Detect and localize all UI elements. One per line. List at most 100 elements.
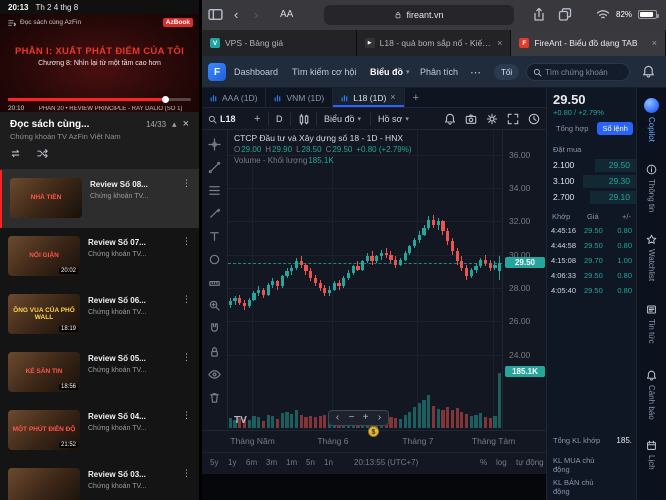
close-icon[interactable]: ×: [183, 119, 189, 130]
session-coin-icon[interactable]: $: [368, 426, 379, 437]
browser-tab-fireant[interactable]: F FireAnt - Biểu đồ dạng TAB ×: [511, 30, 666, 56]
compare-add-icon[interactable]: +: [254, 108, 260, 130]
kebab-menu-icon[interactable]: ⋮: [180, 236, 193, 247]
loop-icon[interactable]: [10, 148, 21, 159]
kebab-menu-icon[interactable]: ⋮: [180, 468, 193, 479]
kebab-menu-icon[interactable]: ⋮: [180, 410, 193, 421]
more-menu-icon[interactable]: ⋯: [470, 56, 481, 88]
range-1y[interactable]: 1y: [228, 458, 236, 467]
tool-eye-icon[interactable]: [204, 363, 226, 386]
stock-search[interactable]: [526, 63, 630, 81]
fireant-logo[interactable]: F: [208, 63, 226, 81]
tool-trendline-icon[interactable]: [204, 156, 226, 179]
kebab-menu-icon[interactable]: ⋮: [180, 178, 193, 189]
tool-fibonacci-icon[interactable]: [204, 179, 226, 202]
kebab-menu-icon[interactable]: ⋮: [180, 294, 193, 305]
list-item[interactable]: ÔNG VUA CỦA PHỐ WALL 18:19 Review Số 06.…: [0, 286, 199, 344]
tradingview-logo[interactable]: TV: [234, 415, 247, 426]
nav-charts[interactable]: Biểu đồ▾: [370, 56, 410, 88]
nav-dashboard[interactable]: Dashboard: [234, 56, 278, 88]
clock-icon[interactable]: [528, 108, 540, 130]
list-item[interactable]: KẺ SĂN TIN 18:56 Review Số 05...Chứng kh…: [0, 344, 199, 402]
list-item[interactable]: NHÀ TIỀN Review Số 08...Chứng khoán TV..…: [0, 170, 199, 228]
chart-canvas[interactable]: CTCP Đầu tư và Xây dựng số 18 - 1D - HNX…: [228, 130, 502, 430]
kebab-menu-icon[interactable]: ⋮: [180, 352, 193, 363]
progress-scrubber[interactable]: [162, 96, 169, 103]
dock-news[interactable]: Tin tức: [637, 304, 666, 344]
chart-tab-l18[interactable]: L18 (1D) ×: [333, 88, 404, 107]
tool-brush-icon[interactable]: [204, 202, 226, 225]
share-icon[interactable]: [532, 7, 546, 22]
alert-bell-icon[interactable]: [444, 108, 456, 130]
address-bar[interactable]: fireant.vn: [324, 5, 514, 25]
nav-opportunities[interactable]: Tìm kiếm cơ hội: [292, 56, 356, 88]
chart-tab-vnm[interactable]: VNM (1D): [266, 88, 333, 107]
range-3m[interactable]: 3m: [266, 458, 277, 467]
range-5d[interactable]: 5n: [306, 458, 315, 467]
clock-utc[interactable]: 20:13:55 (UTC+7): [354, 458, 418, 467]
theme-toggle[interactable]: Tối: [494, 64, 519, 80]
tool-lock-icon[interactable]: [204, 340, 226, 363]
price-axis[interactable]: 36.0034.0032.0030.0028.0026.0024.0029.50…: [502, 130, 546, 430]
forward-icon[interactable]: ›: [254, 7, 258, 22]
video-player[interactable]: Đọc sách cùng AzFin AzBook PHẦN I: XUẤT …: [0, 14, 199, 112]
interval-button[interactable]: D: [276, 108, 283, 130]
percent-scale-button[interactable]: %: [480, 458, 487, 467]
auto-scale-button[interactable]: tự động: [516, 458, 544, 467]
tool-shapes-icon[interactable]: [204, 248, 226, 271]
item-channel: Chứng khoán TV...: [88, 425, 172, 432]
dock-info[interactable]: Thông tin: [637, 164, 666, 212]
list-item[interactable]: MỘT PHÚT ĐIÊN ĐỘ 21:52 Review Số 04...Ch…: [0, 402, 199, 460]
dock-calendar[interactable]: Lịch: [637, 440, 666, 470]
search-input[interactable]: [545, 68, 623, 77]
chevron-up-icon[interactable]: ▴: [172, 120, 177, 129]
shuffle-icon[interactable]: [37, 148, 48, 159]
dock-watchlist[interactable]: Watchlist: [637, 234, 666, 281]
tab-order-book[interactable]: Sổ lệnh: [597, 122, 632, 135]
browser-tab-l18-article[interactable]: ▶ L18 - quả bom sắp nổ - Kiến th... ×: [357, 30, 512, 56]
gear-icon[interactable]: [486, 108, 498, 130]
new-chart-tab-button[interactable]: +: [405, 88, 427, 107]
tool-crosshair-icon[interactable]: [204, 133, 226, 156]
range-5y[interactable]: 5y: [210, 458, 218, 467]
time-axis[interactable]: $ Tháng NămTháng 6Tháng 7Tháng Tám: [202, 430, 546, 452]
scroll-right-icon[interactable]: ›: [373, 412, 386, 424]
back-icon[interactable]: ‹: [234, 7, 238, 22]
video-progress-bar[interactable]: [8, 98, 191, 101]
dock-copilot[interactable]: Copilot: [637, 98, 666, 142]
nav-analysis[interactable]: Phân tích: [420, 56, 458, 88]
tab-overview[interactable]: Tổng hợp: [551, 122, 593, 135]
close-icon[interactable]: ×: [652, 39, 657, 48]
tool-magnet-icon[interactable]: [204, 317, 226, 340]
profile-menu[interactable]: Hồ sơ▾: [378, 108, 409, 130]
sidebar-icon[interactable]: [208, 7, 223, 22]
tool-text-icon[interactable]: [204, 225, 226, 248]
scroll-left-icon[interactable]: ‹: [331, 412, 344, 424]
dock-alerts[interactable]: Cảnh báo: [637, 370, 666, 420]
range-1d[interactable]: 1n: [324, 458, 333, 467]
close-icon[interactable]: ×: [390, 93, 395, 102]
zoom-out-icon[interactable]: −: [345, 412, 358, 424]
chart-zoom-controls[interactable]: ‹ − + ›: [328, 410, 389, 426]
bell-icon[interactable]: [642, 65, 655, 78]
last-price-line: [228, 263, 502, 264]
chart-menu[interactable]: Biểu đồ▾: [324, 108, 361, 130]
list-item[interactable]: Review Số 03...Chứng khoán TV... ⋮: [0, 460, 199, 500]
tool-ruler-icon[interactable]: [204, 271, 226, 294]
reader-button[interactable]: AA: [280, 9, 293, 20]
log-scale-button[interactable]: log: [496, 458, 507, 467]
camera-icon[interactable]: [465, 108, 477, 130]
tool-trash-icon[interactable]: [204, 386, 226, 409]
browser-tab-vps[interactable]: V VPS - Bảng giá: [202, 30, 357, 56]
close-icon[interactable]: ×: [497, 39, 502, 48]
tabs-icon[interactable]: [558, 7, 572, 22]
zoom-in-icon[interactable]: +: [359, 412, 372, 424]
fullscreen-icon[interactable]: [507, 108, 519, 130]
candle-style-icon[interactable]: [298, 108, 310, 130]
list-item[interactable]: NỔI GIẬN 20:02 Review Số 07...Chứng khoá…: [0, 228, 199, 286]
tool-zoom-icon[interactable]: [204, 294, 226, 317]
range-6m[interactable]: 6m: [246, 458, 257, 467]
range-1m[interactable]: 1m: [286, 458, 297, 467]
symbol-search[interactable]: L18: [208, 108, 236, 130]
chart-tab-aaa[interactable]: AAA (1D): [202, 88, 266, 107]
